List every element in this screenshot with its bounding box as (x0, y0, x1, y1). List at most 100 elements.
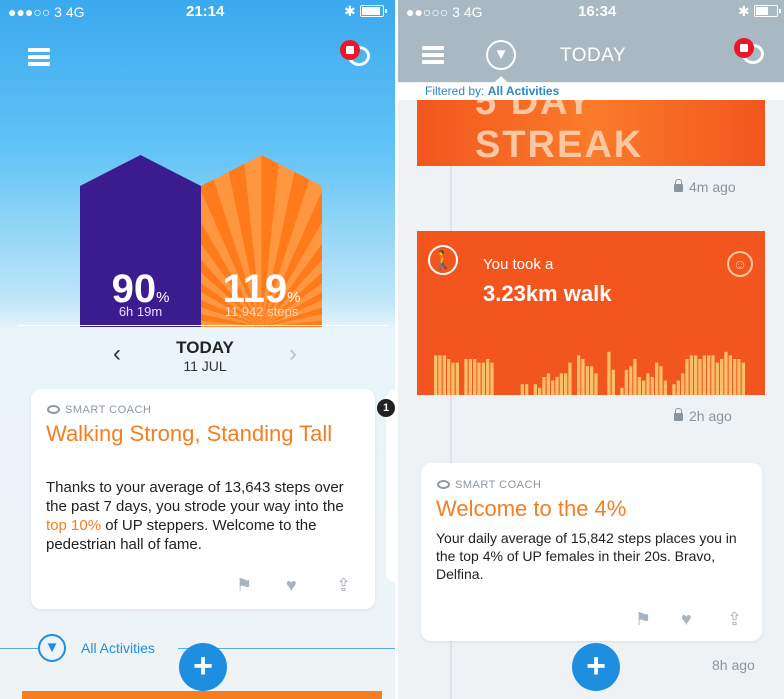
activity-bar (694, 355, 698, 395)
activity-bar (490, 362, 494, 395)
activity-bar (620, 387, 624, 395)
activity-bar (728, 355, 732, 395)
streak-card[interactable]: 5 DAY STREAK (417, 100, 765, 166)
activity-bar (533, 384, 537, 395)
coach-title: Welcome to the 4% (436, 496, 627, 521)
activity-bar (581, 359, 585, 395)
activity-bar (451, 362, 455, 395)
activity-bar (486, 359, 490, 395)
activity-bar (447, 359, 451, 395)
share-icon[interactable]: ⇪ (336, 575, 351, 596)
filter-button[interactable]: ▼ All Activities (38, 634, 178, 662)
status-clock: 16:34 (578, 3, 617, 20)
coach-body: Your daily average of 15,842 steps place… (436, 530, 737, 582)
activity-bar (477, 362, 481, 395)
bluetooth-icon: ✱ (738, 3, 750, 19)
smart-coach-card[interactable]: SMART COACH Walking Strong, Standing Tal… (31, 389, 375, 609)
activity-bar (676, 380, 680, 395)
flag-icon[interactable]: ⚑ (236, 575, 252, 596)
walk-activity-card[interactable]: 🚶 You took a 3.23km walk ☺ (417, 231, 765, 395)
activity-bar (633, 359, 637, 395)
heart-icon[interactable]: ♥ (681, 609, 692, 630)
filter-status-bar[interactable]: Filtered by: All Activities (398, 83, 784, 100)
filter-label: All Activities (81, 640, 155, 656)
smart-coach-header: SMART COACH (437, 479, 541, 491)
status-bar: ●●○○○ 3 4G 16:34 ✱ (398, 0, 784, 22)
activity-bar (720, 359, 724, 395)
prev-day-button[interactable]: ‹ (113, 340, 121, 368)
add-button[interactable]: + (572, 643, 620, 691)
activity-bar (568, 362, 572, 395)
last-timestamp: 8h ago (712, 657, 755, 673)
activity-bar (442, 355, 446, 395)
walk-distance: 3.23km walk (483, 281, 612, 306)
right-screen: ●●○○○ 3 4G 16:34 ✱ ▼ TODAY Filtered by: … (398, 0, 784, 699)
lock-icon (674, 408, 683, 421)
coach-eye-icon (47, 405, 60, 414)
activity-bar (629, 366, 633, 395)
bluetooth-icon: ✱ (344, 3, 356, 19)
activity-bar (542, 377, 546, 395)
activity-bar (702, 355, 706, 395)
activity-bar (707, 355, 711, 395)
activity-bar (637, 377, 641, 395)
activity-bar (655, 362, 659, 395)
flag-icon[interactable]: ⚑ (635, 609, 651, 630)
activity-bar (672, 384, 676, 395)
activity-bar (624, 369, 628, 395)
next-activity-card-peek (22, 691, 382, 699)
sync-icon[interactable] (734, 38, 764, 68)
filter-funnel-icon[interactable]: ▼ (486, 40, 516, 70)
smart-coach-header: SMART COACH (47, 404, 151, 416)
sync-icon[interactable] (340, 40, 370, 70)
activity-bar (434, 355, 438, 395)
left-screen: ●●●○○ 3 4G 21:14 ✱ 90% 6h 19m 119% 11,94… (0, 0, 395, 699)
smiley-icon[interactable]: ☺ (727, 251, 753, 277)
activity-bar-chart (434, 351, 745, 395)
card-actions: ⚑ ♥ ⇪ (635, 609, 755, 629)
activity-bar (525, 384, 529, 395)
walking-person-icon: 🚶 (428, 245, 458, 275)
steps-progress-bar[interactable]: 119% 11,942 steps (201, 155, 322, 327)
streak-timestamp: 4m ago (674, 179, 736, 195)
activity-bar (455, 362, 459, 395)
smart-coach-card[interactable]: SMART COACH Welcome to the 4% Your daily… (421, 463, 762, 641)
activity-bar (520, 384, 524, 395)
card-actions: ⚑ ♥ ⇪ (236, 575, 366, 595)
next-day-button[interactable]: › (289, 340, 297, 368)
activity-bar (585, 366, 589, 395)
next-card-peek[interactable] (386, 390, 395, 582)
heart-icon[interactable]: ♥ (286, 575, 297, 596)
activity-bar (473, 359, 477, 395)
sleep-progress-bar[interactable]: 90% 6h 19m (80, 155, 201, 327)
activity-bar (715, 362, 719, 395)
activity-bar (559, 373, 563, 395)
activity-bar (741, 362, 745, 395)
battery-icon (360, 5, 387, 17)
hamburger-menu-icon[interactable] (28, 48, 50, 66)
walk-timestamp: 2h ago (674, 408, 732, 424)
activity-bar (464, 359, 468, 395)
activity-bar (646, 373, 650, 395)
page-title: TODAY (560, 45, 627, 66)
activity-bar (590, 366, 594, 395)
add-button[interactable]: + (179, 643, 227, 691)
activity-bar (659, 366, 663, 395)
activity-bar (577, 355, 581, 395)
carrier-signal: ●●●○○ 3 4G (8, 4, 85, 20)
share-icon[interactable]: ⇪ (727, 609, 742, 630)
activity-bar (468, 359, 472, 395)
hamburger-menu-icon[interactable] (422, 46, 444, 64)
battery-icon (754, 5, 781, 17)
coach-body: Thanks to your average of 13,643 steps o… (46, 479, 344, 553)
activity-bar (481, 362, 485, 395)
activity-bar (685, 359, 689, 395)
walk-intro: You took a (483, 256, 554, 273)
status-bar: ●●●○○ 3 4G 21:14 ✱ (0, 0, 395, 22)
activity-bar (724, 351, 728, 395)
activity-bar (551, 380, 555, 395)
activity-bar (689, 355, 693, 395)
carrier-signal: ●●○○○ 3 4G (406, 4, 483, 20)
activity-bar (650, 377, 654, 395)
funnel-icon: ▼ (38, 634, 66, 662)
